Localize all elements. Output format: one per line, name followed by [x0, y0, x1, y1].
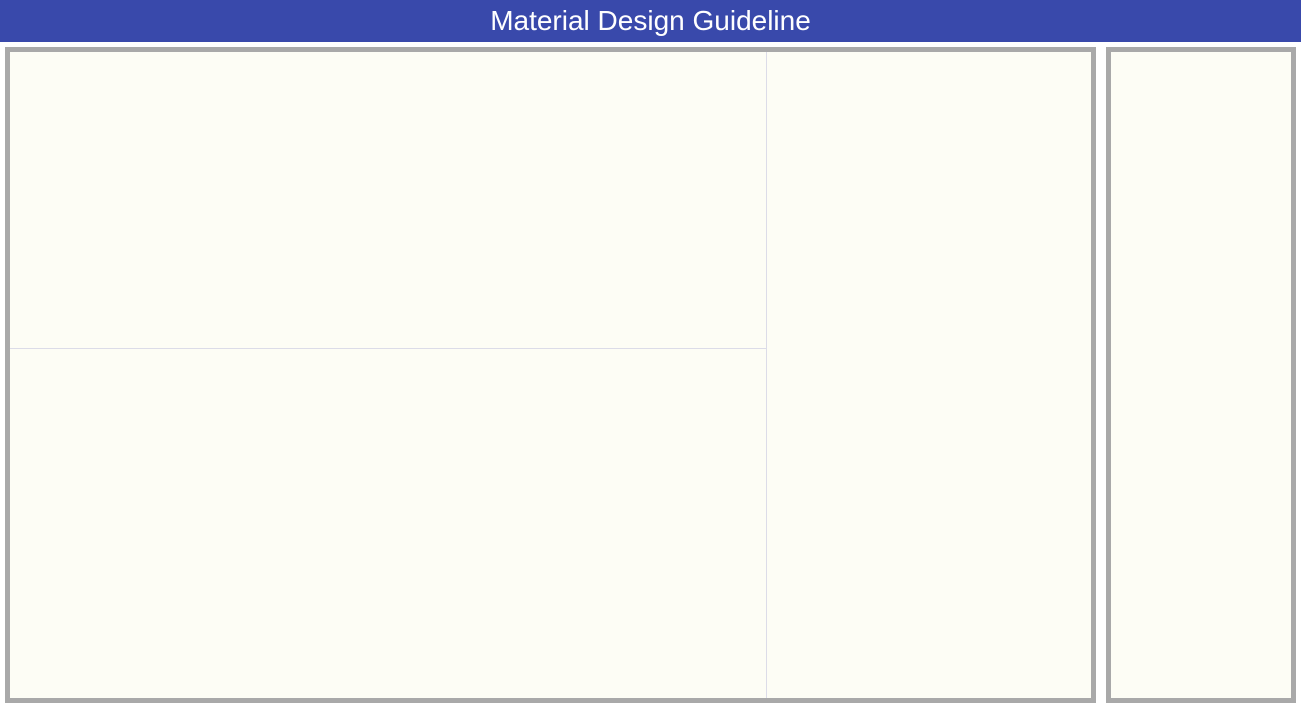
bottom-left-cell	[10, 349, 766, 698]
content-area	[0, 42, 1301, 708]
side-panel	[1106, 47, 1296, 703]
right-column-cell	[767, 52, 1091, 698]
app-header: Material Design Guideline	[0, 0, 1301, 42]
left-column	[10, 52, 767, 698]
top-left-cell	[10, 52, 766, 349]
app-title: Material Design Guideline	[490, 5, 811, 37]
main-panel	[5, 47, 1096, 703]
